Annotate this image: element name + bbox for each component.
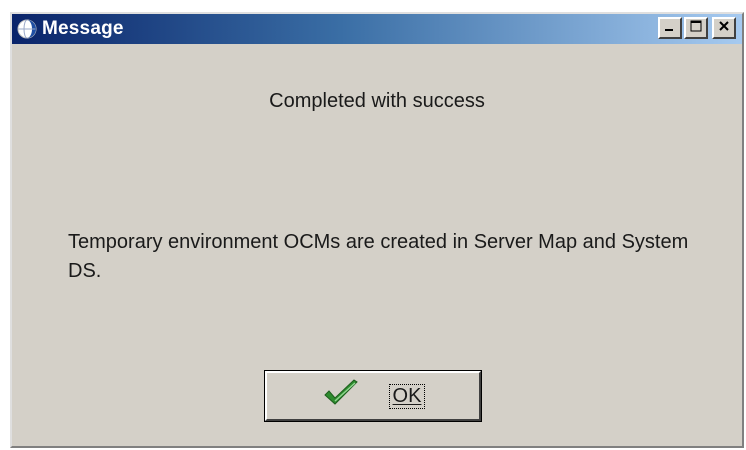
ok-button[interactable]: OK	[264, 370, 482, 422]
message-heading: Completed with success	[269, 90, 485, 112]
ok-button-label: OK	[388, 383, 426, 409]
message-body: Temporary environment OCMs are created i…	[68, 231, 689, 282]
close-button[interactable]	[712, 17, 736, 39]
minimize-button[interactable]	[658, 17, 682, 39]
restore-button[interactable]	[684, 17, 708, 39]
minimize-icon	[664, 19, 676, 37]
close-icon	[718, 19, 730, 37]
restore-icon	[690, 19, 702, 37]
title-bar[interactable]: Message	[12, 14, 742, 44]
window-title: Message	[42, 18, 124, 39]
checkmark-icon	[321, 378, 361, 414]
window-controls	[658, 17, 736, 39]
globe-icon	[16, 18, 38, 40]
message-dialog: Message Completed with success Temporary…	[10, 12, 744, 448]
